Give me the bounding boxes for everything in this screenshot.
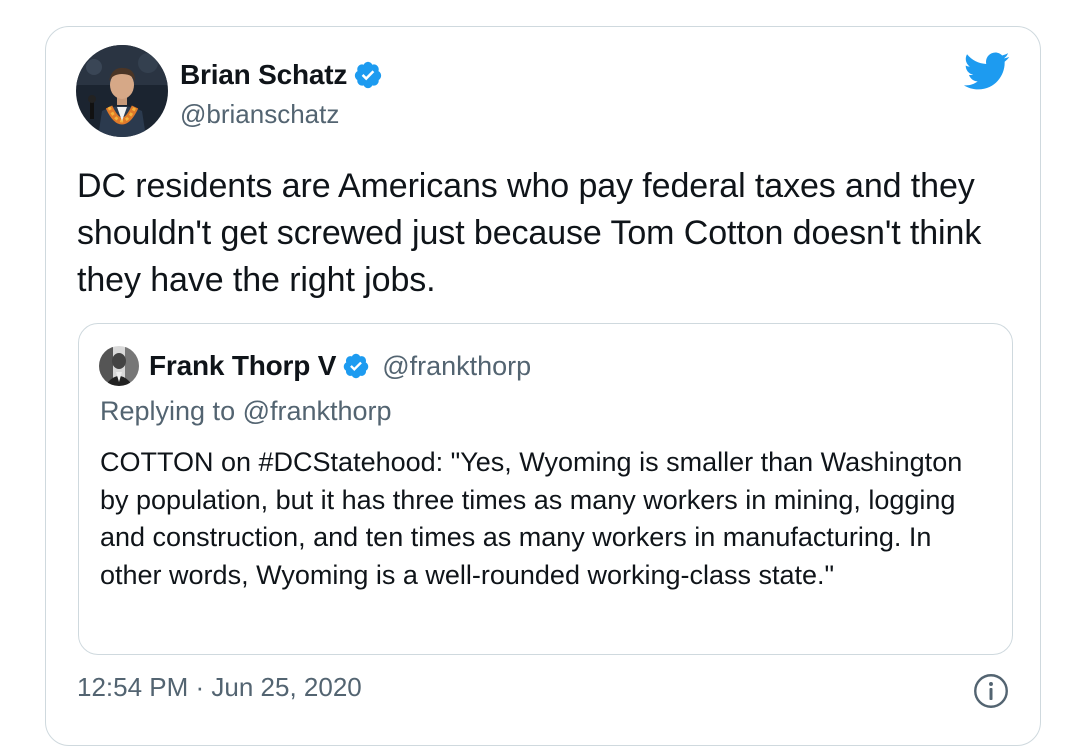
tweet-card: Brian Schatz @brianschatz DC residents a… [45,26,1041,746]
author-name[interactable]: Brian Schatz [180,59,347,91]
tweet-timestamp[interactable]: 12:54 PM · Jun 25, 2020 [77,672,362,703]
twitter-bird-icon[interactable] [962,51,1010,91]
quoted-tweet-header: Frank Thorp V @frankthorp [99,346,531,386]
avatar-photo-icon [76,45,168,137]
quoted-author-name: Frank Thorp V [149,350,337,381]
quoted-avatar-photo-icon [99,346,139,386]
quoted-tweet-card[interactable]: Frank Thorp V @frankthorp Replying to @f… [78,323,1013,655]
replying-to-label: Replying to @frankthorp [100,396,392,426]
author-handle[interactable]: @brianschatz [180,99,339,130]
author-avatar[interactable] [76,45,168,137]
verified-badge-icon [355,61,382,89]
quoted-tweet-text: COTTON on #DCStatehood: "Yes, Wyoming is… [100,447,963,590]
tweet-text: DC residents are Americans who pay feder… [77,167,982,299]
quoted-author-handle: @frankthorp [382,350,532,381]
quoted-verified-badge-icon [343,353,369,379]
author-name-row: Brian Schatz [180,59,383,91]
quoted-author-avatar [99,346,139,386]
info-icon[interactable] [973,673,1009,709]
